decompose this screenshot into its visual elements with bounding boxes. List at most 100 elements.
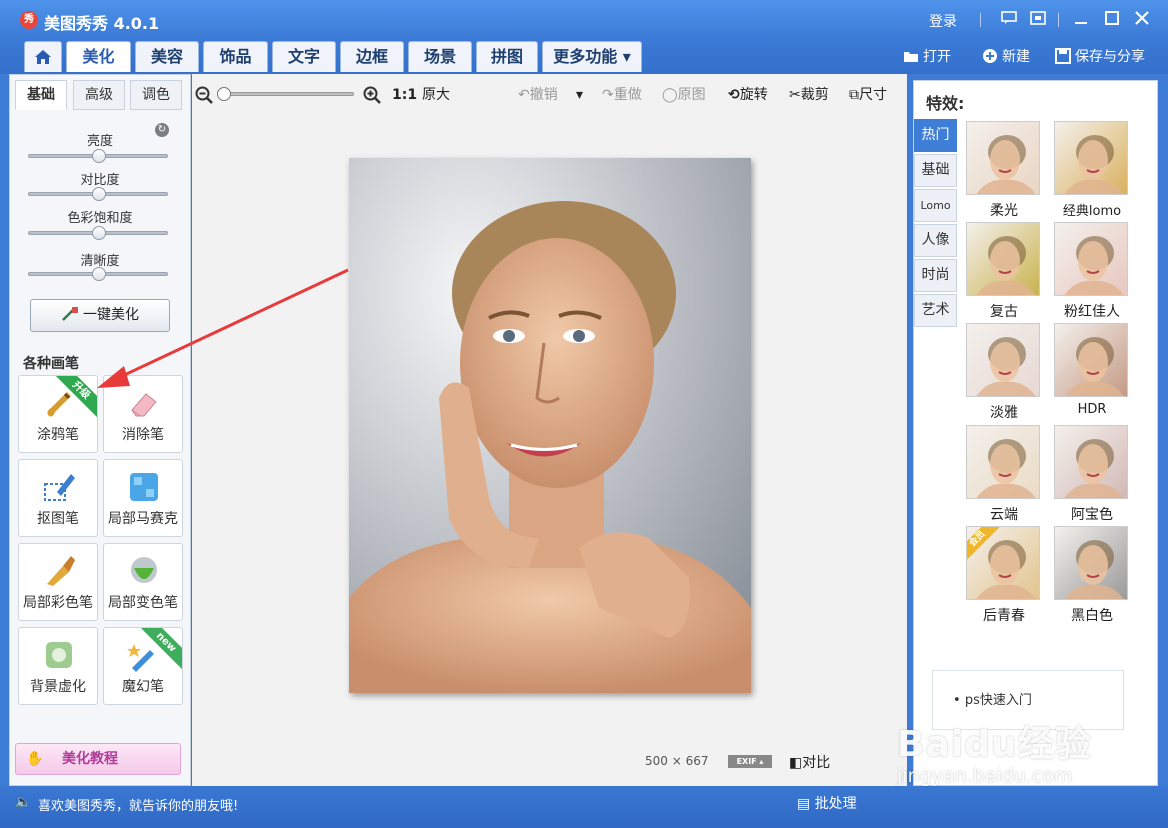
- local-color-change-tool[interactable]: 局部变色笔: [103, 543, 183, 621]
- canvas-area: 1:1 原大 ↶撤销 ▾ ↷重做 ◯原图 ⟲旋转 ✂裁剪 ⧉尺寸 500 × 6…: [192, 74, 907, 786]
- tab-collage[interactable]: 拼图: [476, 41, 538, 72]
- local-mosaic-tool[interactable]: 局部马赛克: [103, 459, 183, 537]
- new-button[interactable]: 新建: [982, 46, 1030, 68]
- brush-label: 涂鸦笔: [37, 427, 79, 443]
- effect-thumbnail[interactable]: 复古: [966, 222, 1042, 320]
- login-link[interactable]: 登录: [929, 11, 957, 31]
- undo-dropdown[interactable]: ▾: [576, 86, 583, 104]
- tab-beautify[interactable]: 美化: [66, 41, 131, 72]
- maximize-icon[interactable]: [1101, 9, 1123, 31]
- effect-thumbnail[interactable]: 阿宝色: [1054, 425, 1130, 523]
- tab-basic[interactable]: 基础: [15, 80, 67, 110]
- magic-pen-tool[interactable]: new 魔幻笔: [103, 627, 183, 705]
- open-button[interactable]: 打开: [903, 46, 951, 68]
- magic-wand-icon: [62, 307, 78, 321]
- saturation-label: 色彩饱和度: [67, 211, 133, 226]
- sharpness-slider[interactable]: [28, 267, 168, 281]
- effect-thumbnail[interactable]: 粉红佳人: [1054, 222, 1130, 320]
- image-dimensions: 500 × 667: [645, 754, 709, 768]
- effect-thumbnail[interactable]: 淡雅: [966, 323, 1042, 421]
- mosaic-icon: [130, 473, 158, 501]
- effect-category-art[interactable]: 艺术: [914, 294, 957, 327]
- effect-thumbnail[interactable]: 柔光: [966, 121, 1042, 219]
- effect-thumbnail[interactable]: 会员 后青春: [966, 526, 1042, 624]
- original-size-button[interactable]: 1:1 原大: [392, 86, 450, 104]
- undo-button[interactable]: ↶撤销: [518, 86, 558, 104]
- doodle-brush-tool[interactable]: 升级 涂鸦笔: [18, 375, 98, 453]
- effects-panel: 特效: 热门 基础 Lomo 人像 时尚 艺术 柔光 经典lomo 复古 粉红佳人 淡雅…: [913, 80, 1158, 786]
- status-message[interactable]: 喜欢美图秀秀，就告诉你的朋友哦!: [38, 795, 238, 814]
- skin-icon[interactable]: [1027, 9, 1049, 31]
- crop-label: 裁剪: [800, 87, 829, 103]
- effect-thumbnail[interactable]: 云端: [966, 425, 1042, 523]
- slider-thumb[interactable]: [92, 187, 106, 201]
- beautify-tutorial-button[interactable]: ✋ 美化教程: [15, 743, 181, 775]
- one-click-beautify-button[interactable]: 一键美化: [30, 299, 170, 332]
- tab-scene[interactable]: 场景: [408, 41, 472, 72]
- feedback-icon[interactable]: [998, 9, 1020, 31]
- minimize-icon[interactable]: [1070, 9, 1092, 31]
- zoom-slider[interactable]: [217, 87, 354, 101]
- save-share-button[interactable]: 保存与分享: [1055, 46, 1145, 68]
- effect-category-fashion[interactable]: 时尚: [914, 259, 957, 292]
- zoom-thumb[interactable]: [217, 87, 231, 101]
- contrast-slider[interactable]: [28, 187, 168, 201]
- redo-button[interactable]: ↷重做: [602, 86, 642, 104]
- saturation-slider[interactable]: [28, 226, 168, 240]
- ps-quickstart-link[interactable]: • ps快速入门: [953, 689, 1032, 708]
- tab-beauty[interactable]: 美容: [135, 41, 199, 72]
- tab-advanced[interactable]: 高级: [73, 80, 125, 110]
- slider-thumb[interactable]: [92, 149, 106, 163]
- crop-button[interactable]: ✂裁剪: [789, 86, 829, 104]
- compare-label: 对比: [802, 755, 831, 771]
- compare-button[interactable]: ◧对比: [789, 752, 830, 772]
- tab-color[interactable]: 调色: [130, 80, 182, 110]
- effect-category-portrait[interactable]: 人像: [914, 224, 957, 257]
- effect-category-lomo[interactable]: Lomo: [914, 189, 957, 222]
- tab-accessories[interactable]: 饰品: [203, 41, 268, 72]
- resize-button[interactable]: ⧉尺寸: [849, 86, 887, 104]
- effect-preview-image: [1054, 425, 1128, 499]
- effect-category-basic[interactable]: 基础: [914, 154, 957, 187]
- effect-label: 复古: [990, 304, 1018, 320]
- open-label: 打开: [923, 49, 951, 65]
- resize-icon: ⧉: [849, 87, 859, 103]
- effect-preview-image: [1054, 121, 1128, 195]
- eraser-brush-tool[interactable]: 消除笔: [103, 375, 183, 453]
- tab-border[interactable]: 边框: [340, 41, 404, 72]
- brush-label: 背景虚化: [30, 679, 86, 695]
- photo-canvas[interactable]: [349, 158, 751, 693]
- tab-text[interactable]: 文字: [272, 41, 336, 72]
- exif-button[interactable]: EXIF ▴: [728, 755, 772, 768]
- app-title: 美图秀秀 4.0.1: [44, 14, 160, 33]
- zoom-in-icon[interactable]: [363, 86, 381, 104]
- local-color-brush-tool[interactable]: 局部彩色笔: [18, 543, 98, 621]
- effect-preview-image: [1054, 323, 1128, 397]
- effect-thumbnail[interactable]: HDR: [1054, 323, 1130, 419]
- tips-link-label: ps快速入门: [964, 693, 1032, 708]
- effect-thumbnail[interactable]: 黑白色: [1054, 526, 1130, 624]
- effect-thumbnail[interactable]: 经典lomo: [1054, 121, 1130, 219]
- blur-background-icon: [46, 642, 72, 668]
- close-icon[interactable]: [1131, 9, 1153, 31]
- effect-label: 粉红佳人: [1064, 304, 1120, 320]
- effect-preview-image: [1054, 526, 1128, 600]
- batch-process-button[interactable]: ▤ 批处理: [797, 793, 857, 813]
- zoom-out-icon[interactable]: [195, 86, 213, 104]
- tab-more-features[interactable]: 更多功能 ▾: [542, 41, 642, 72]
- save-share-label: 保存与分享: [1075, 49, 1145, 65]
- background-blur-tool[interactable]: 背景虚化: [18, 627, 98, 705]
- rotate-button[interactable]: ⟲旋转: [728, 86, 768, 104]
- slider-thumb[interactable]: [92, 226, 106, 240]
- cutout-pen-tool[interactable]: 抠图笔: [18, 459, 98, 537]
- brush-label: 局部彩色笔: [23, 595, 93, 611]
- effect-category-hot[interactable]: 热门: [914, 119, 957, 152]
- effect-preview-image: [966, 222, 1040, 296]
- folder-icon: [904, 52, 918, 62]
- brightness-slider[interactable]: [28, 149, 168, 163]
- one-click-label: 一键美化: [83, 307, 139, 323]
- original-image-button[interactable]: ◯原图: [662, 86, 706, 104]
- slider-thumb[interactable]: [92, 267, 106, 281]
- cutout-pen-icon: [44, 474, 75, 501]
- home-tab[interactable]: [24, 41, 62, 72]
